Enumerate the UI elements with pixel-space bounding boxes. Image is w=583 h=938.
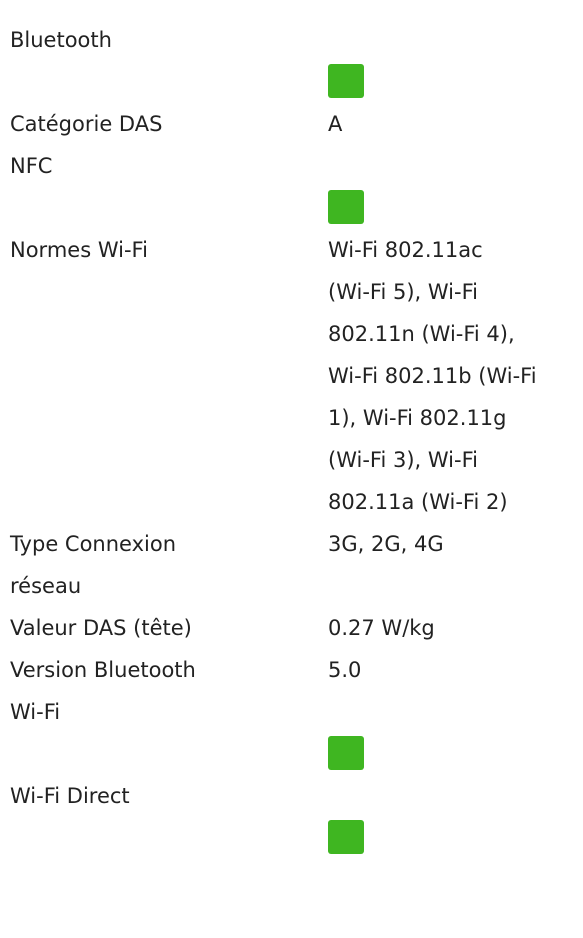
spec-label: Normes Wi-Fi: [10, 238, 148, 262]
spec-row-type-connexion: Type Connexion réseau 3G, 2G, 4G: [10, 523, 583, 607]
spec-value: 0.27 W/kg: [328, 616, 435, 640]
spec-table: Bluetooth Catégorie DAS A NFC Normes Wi-…: [10, 19, 583, 891]
spec-row-valeur-das: Valeur DAS (tête) 0.27 W/kg: [10, 607, 583, 649]
spec-row-wifi: Wi-Fi: [10, 691, 583, 807]
spec-row-wifi-direct: Wi-Fi Direct: [10, 775, 583, 891]
spec-value: [328, 691, 583, 807]
spec-row-normes-wifi: Normes Wi-Fi Wi-Fi 802.11ac (Wi-Fi 5), W…: [10, 229, 583, 523]
spec-row-nfc: NFC: [10, 145, 583, 261]
spec-value: 3G, 2G, 4G: [328, 532, 444, 556]
spec-label: Wi-Fi: [10, 700, 61, 724]
checkmark-icon: [328, 820, 364, 891]
spec-label: Type Connexion réseau: [10, 532, 177, 598]
spec-value: [328, 19, 583, 135]
checkmark-icon: [328, 190, 364, 261]
spec-value: Wi-Fi 802.11ac (Wi-Fi 5), Wi-Fi 802.11n …: [328, 238, 537, 514]
spec-label: Catégorie DAS: [10, 112, 163, 136]
spec-row-categorie-das: Catégorie DAS A: [10, 103, 583, 145]
checkmark-icon: [328, 736, 364, 807]
spec-label: Valeur DAS (tête): [10, 616, 192, 640]
spec-row-version-bluetooth: Version Bluetooth 5.0: [10, 649, 583, 691]
spec-label: Wi-Fi Direct: [10, 784, 130, 808]
spec-label: Version Bluetooth: [10, 658, 196, 682]
spec-value: 5.0: [328, 658, 362, 682]
spec-row-bluetooth: Bluetooth: [10, 19, 583, 135]
spec-label: Bluetooth: [10, 28, 112, 52]
spec-label: NFC: [10, 154, 53, 178]
spec-value: [328, 775, 583, 891]
checkmark-icon: [328, 64, 364, 135]
spec-value: [328, 145, 583, 261]
spec-value: A: [328, 112, 343, 136]
